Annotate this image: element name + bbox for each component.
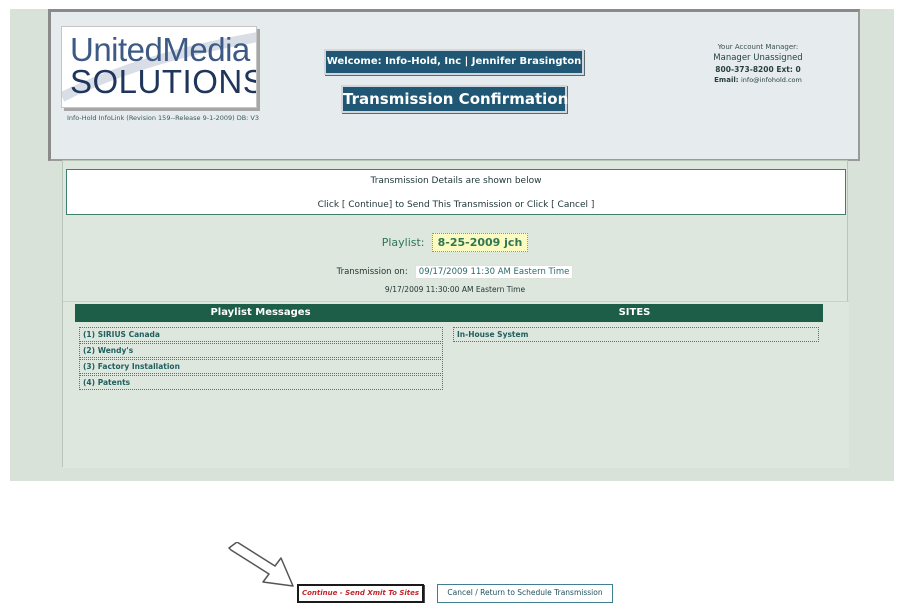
transmission-row: Transmission on: 09/17/2009 11:30 AM Eas…	[63, 259, 847, 279]
welcome-banner: Welcome: Info-Hold, Inc | Jennifer Brasi…	[324, 49, 584, 75]
message-number: (3)	[83, 362, 96, 371]
details-heading: Transmission Details are shown below	[370, 176, 542, 186]
sites-header: SITES	[446, 304, 823, 322]
main-content: Transmission Details are shown below Cli…	[62, 160, 849, 603]
playlist-message-item: (2) Wendy's	[79, 343, 443, 358]
transmission-timestamp: 9/17/2009 11:30:00 AM Eastern Time	[384, 285, 526, 294]
transmission-value: 09/17/2009 11:30 AM Eastern Time	[414, 265, 574, 279]
cancel-button[interactable]: Cancel / Return to Schedule Transmission	[437, 584, 613, 603]
email-label: Email:	[714, 76, 739, 84]
message-number: (2)	[83, 346, 96, 355]
continue-button[interactable]: Continue - Send Xmit To Sites	[297, 584, 424, 603]
playlist-message-item: (3) Factory Installation	[79, 359, 443, 374]
details-box: Transmission Details are shown below Cli…	[66, 169, 846, 215]
message-title: SIRIUS Canada	[97, 330, 160, 339]
page-header: UnitedMedia SOLUTIONS Info-Hold InfoLink…	[48, 9, 860, 161]
playlist-row: Playlist: 8-25-2009 jch	[63, 231, 847, 252]
message-number: (4)	[83, 378, 96, 387]
message-number: (1)	[83, 330, 96, 339]
playlist-message-item: (1) SIRIUS Canada	[79, 327, 443, 342]
arrow-icon	[228, 542, 294, 587]
message-title: Wendy's	[97, 346, 134, 355]
playlist-label: Playlist:	[381, 236, 425, 249]
email-link[interactable]: info@infohold.com	[741, 76, 802, 84]
company-logo[interactable]: UnitedMedia SOLUTIONS	[61, 26, 257, 108]
playlist-message-item: (4) Patents	[79, 375, 443, 390]
message-title: Factory Installation	[97, 362, 180, 371]
playlist-value: 8-25-2009 jch	[431, 233, 529, 252]
site-item: In-House System	[453, 327, 819, 342]
account-manager-info: Your Account Manager: Manager Unassigned…	[683, 42, 833, 86]
logo-line-2: SOLUTIONS	[70, 63, 257, 100]
message-title: Patents	[97, 378, 131, 387]
account-manager-label: Your Account Manager:	[717, 43, 799, 51]
playlist-messages-header: Playlist Messages	[75, 304, 446, 322]
account-manager-email: Email: info@infohold.com	[683, 75, 833, 86]
details-instructions: Click [ Continue] to Send This Transmiss…	[317, 200, 595, 210]
account-manager-name: Manager Unassigned	[713, 53, 803, 63]
transmission-label: Transmission on:	[336, 267, 408, 277]
lists-panel: Playlist Messages SITES (1) SIRIUS Canad…	[63, 301, 849, 603]
version-info: Info-Hold InfoLink (Revision 159--Releas…	[66, 114, 260, 122]
account-manager-phone: 800-373-8200 Ext: 0	[715, 65, 801, 74]
page-title: Transmission Confirmation	[341, 85, 568, 113]
